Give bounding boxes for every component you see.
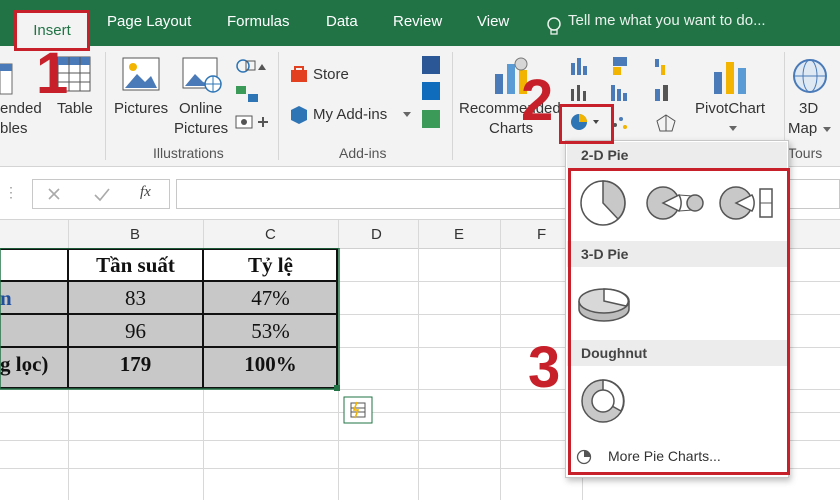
column-header-f[interactable]: F bbox=[537, 226, 546, 243]
section-header-2d-pie: 2-D Pie bbox=[567, 142, 787, 168]
recommended-pivottables-label-2[interactable]: bles bbox=[0, 120, 28, 137]
table-cell-freq[interactable]: 83 bbox=[68, 286, 203, 311]
3d-map-button[interactable]: 3D bbox=[799, 100, 818, 117]
ribbon-separator bbox=[278, 52, 279, 160]
pivotchart-icon[interactable] bbox=[710, 56, 750, 96]
table-cell-pct[interactable]: 53% bbox=[203, 319, 338, 344]
addin-app-icons[interactable] bbox=[420, 54, 442, 134]
combo-chart-icon bbox=[655, 85, 668, 101]
shapes-icon[interactable] bbox=[234, 56, 270, 76]
gridline bbox=[418, 220, 419, 500]
bar-of-pie-icon[interactable] bbox=[718, 183, 776, 223]
pie-of-pie-icon[interactable] bbox=[645, 183, 707, 223]
my-addins-icon[interactable] bbox=[289, 104, 309, 124]
store-icon[interactable] bbox=[289, 64, 309, 84]
lightbulb-icon bbox=[547, 17, 561, 35]
table-cell-pct[interactable]: 47% bbox=[203, 286, 338, 311]
my-addins-button[interactable]: My Add-ins bbox=[313, 106, 387, 123]
tab-data[interactable]: Data bbox=[326, 13, 358, 30]
online-pictures-button[interactable]: Online bbox=[179, 100, 222, 117]
group-label-addins: Add-ins bbox=[339, 145, 387, 161]
table-cell-pct[interactable]: 100% bbox=[203, 352, 338, 377]
table-cell-freq[interactable]: 96 bbox=[68, 319, 203, 344]
ribbon-separator bbox=[105, 52, 106, 160]
group-label-illustrations: Illustrations bbox=[153, 145, 224, 161]
ribbon-separator bbox=[452, 52, 453, 160]
statistic-chart-icon bbox=[611, 85, 627, 101]
store-button[interactable]: Store bbox=[313, 66, 349, 83]
screenshot-icon[interactable] bbox=[234, 112, 270, 132]
online-pictures-icon[interactable] bbox=[181, 56, 223, 94]
chevron-down-icon[interactable] bbox=[822, 125, 832, 133]
radar-chart-icon bbox=[656, 114, 676, 132]
recommended-pivottables-icon[interactable] bbox=[0, 60, 14, 98]
smartart-icon[interactable] bbox=[234, 84, 262, 104]
annotation-box-pie-button bbox=[559, 104, 614, 144]
tab-view[interactable]: View bbox=[477, 13, 509, 30]
column-header-b[interactable]: B bbox=[130, 226, 140, 243]
table-header-ratio[interactable]: Tỷ lệ bbox=[203, 253, 338, 278]
column-header-d[interactable]: D bbox=[371, 226, 382, 243]
gridline bbox=[500, 220, 501, 500]
table-header-frequency[interactable]: Tần suất bbox=[68, 253, 203, 278]
table-row-label[interactable]: n bbox=[0, 286, 12, 311]
waterfall-chart-icon bbox=[655, 59, 665, 75]
column-header-c[interactable]: C bbox=[265, 226, 276, 243]
annotation-number-1: 1 bbox=[36, 41, 69, 106]
pivotchart-button[interactable]: PivotChart bbox=[695, 100, 765, 117]
column-chart-icon bbox=[571, 58, 587, 75]
insert-function-button[interactable]: fx bbox=[140, 184, 151, 201]
3d-map-button-2[interactable]: Map bbox=[788, 120, 817, 137]
annotation-number-2: 2 bbox=[521, 68, 554, 133]
tell-me-search[interactable]: Tell me what you want to do... bbox=[568, 12, 766, 29]
3d-pie-icon[interactable] bbox=[577, 283, 631, 325]
tab-page-layout[interactable]: Page Layout bbox=[107, 13, 191, 30]
more-pie-charts-link[interactable]: More Pie Charts... bbox=[608, 448, 721, 464]
quick-analysis-icon[interactable] bbox=[343, 396, 373, 424]
column-header-e[interactable]: E bbox=[454, 226, 464, 243]
online-pictures-button-2[interactable]: Pictures bbox=[174, 120, 228, 137]
more-pie-charts-icon bbox=[576, 449, 592, 465]
annotation-number-3: 3 bbox=[528, 335, 561, 400]
group-label-tours: Tours bbox=[788, 145, 823, 161]
chevron-down-icon[interactable] bbox=[728, 124, 738, 132]
formula-bar-grip: ⋮ bbox=[4, 184, 18, 200]
line-chart-icon bbox=[571, 85, 586, 101]
pictures-icon[interactable] bbox=[121, 56, 161, 94]
pictures-button[interactable]: Pictures bbox=[114, 100, 168, 117]
tab-review[interactable]: Review bbox=[393, 13, 442, 30]
tab-formulas[interactable]: Formulas bbox=[227, 13, 290, 30]
scatter-chart-icon bbox=[613, 117, 627, 129]
table-row-label[interactable]: g lọc) bbox=[0, 352, 66, 377]
enter-check-icon[interactable] bbox=[93, 186, 111, 202]
chevron-down-icon[interactable] bbox=[402, 110, 412, 118]
3d-map-icon[interactable] bbox=[790, 56, 830, 96]
hierarchy-chart-icon bbox=[613, 57, 627, 75]
table-cell-freq[interactable]: 179 bbox=[68, 352, 203, 377]
pie-icon[interactable] bbox=[578, 178, 628, 228]
doughnut-icon[interactable] bbox=[578, 376, 628, 426]
cancel-icon[interactable] bbox=[46, 186, 62, 202]
